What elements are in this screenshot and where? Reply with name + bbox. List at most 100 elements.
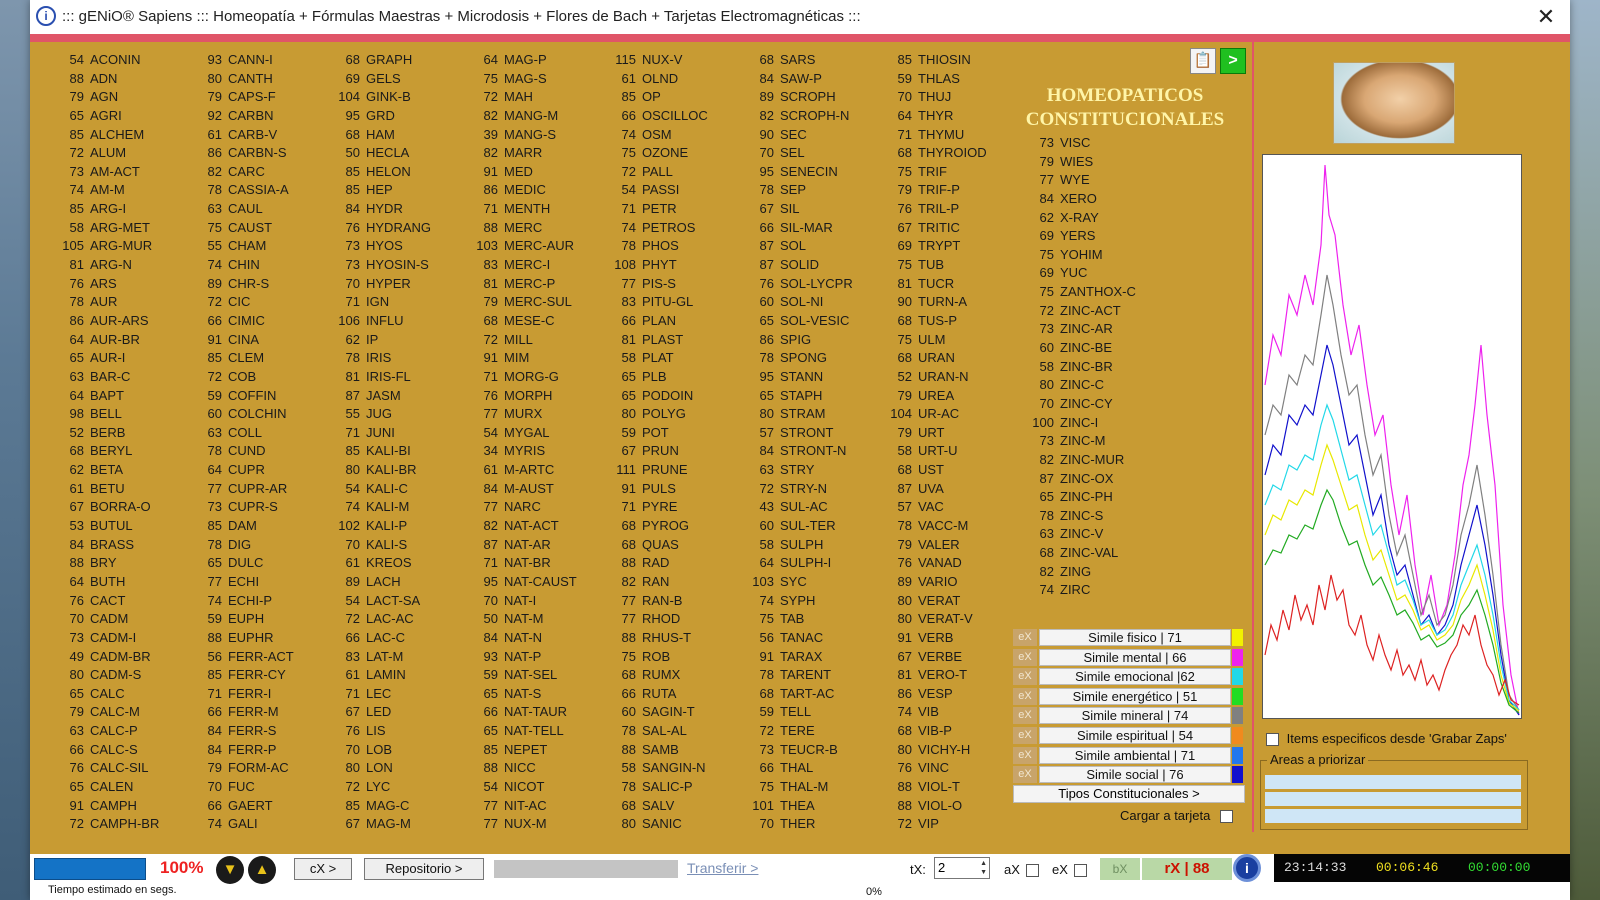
remedy-item[interactable]: 78 AUR: [50, 294, 190, 313]
remedy-item[interactable]: 111 PRUNE: [602, 462, 742, 481]
constitutional-item[interactable]: 80 ZINC-C: [1020, 377, 1200, 396]
remedy-item[interactable]: 63 STRY: [740, 462, 880, 481]
remedy-item[interactable]: 81 ARG-N: [50, 257, 190, 276]
remedy-item[interactable]: 58 SULPH: [740, 537, 880, 556]
remedy-item[interactable]: 88 EUPHR: [188, 630, 328, 649]
remedy-item[interactable]: 81 VERO-T: [878, 667, 1018, 686]
remedy-item[interactable]: 80 SANIC: [602, 816, 742, 835]
constitutional-item[interactable]: 82 ZING: [1020, 564, 1200, 583]
remedy-item[interactable]: 65 PLB: [602, 369, 742, 388]
remedy-item[interactable]: 86 MEDIC: [464, 182, 604, 201]
remedy-item[interactable]: 49 CADM-BR: [50, 649, 190, 668]
remedy-item[interactable]: 68 HAM: [326, 127, 466, 146]
ax-checkbox[interactable]: [1025, 864, 1039, 878]
remedy-item[interactable]: 83 MERC-I: [464, 257, 604, 276]
remedy-item[interactable]: 74 ECHI-P: [188, 593, 328, 612]
ex-option[interactable]: eX: [1052, 862, 1087, 878]
remedy-item[interactable]: 67 BORRA-O: [50, 499, 190, 518]
simile-ex-button[interactable]: eX: [1013, 648, 1037, 666]
remedy-item[interactable]: 80 POLYG: [602, 406, 742, 425]
remedy-item[interactable]: 65 PODOIN: [602, 388, 742, 407]
remedy-item[interactable]: 63 CAUL: [188, 201, 328, 220]
remedy-item[interactable]: 50 HECLA: [326, 145, 466, 164]
remedy-item[interactable]: 70 CADM: [50, 611, 190, 630]
remedy-item[interactable]: 59 POT: [602, 425, 742, 444]
remedy-item[interactable]: 81 PLAST: [602, 332, 742, 351]
remedy-item[interactable]: 55 JUG: [326, 406, 466, 425]
remedy-item[interactable]: 76 LIS: [326, 723, 466, 742]
remedy-item[interactable]: 85 ARG-I: [50, 201, 190, 220]
remedy-item[interactable]: 85 ALCHEM: [50, 127, 190, 146]
remedy-item[interactable]: 89 LACH: [326, 574, 466, 593]
remedy-item[interactable]: 54 NICOT: [464, 779, 604, 798]
constitutional-item[interactable]: 62 X-RAY: [1020, 210, 1200, 229]
remedy-item[interactable]: 80 VICHY-H: [878, 742, 1018, 761]
remedy-item[interactable]: 75 CAUST: [188, 220, 328, 239]
remedy-item[interactable]: 81 IRIS-FL: [326, 369, 466, 388]
remedy-item[interactable]: 52 URAN-N: [878, 369, 1018, 388]
remedy-item[interactable]: 63 CALC-P: [50, 723, 190, 742]
remedy-item[interactable]: 61 BETU: [50, 481, 190, 500]
remedy-item[interactable]: 73 HYOS: [326, 238, 466, 257]
remedy-item[interactable]: 65 NAT-S: [464, 686, 604, 705]
remedy-item[interactable]: 54 PASSI: [602, 182, 742, 201]
remedy-item[interactable]: 79 CALC-M: [50, 704, 190, 723]
remedy-item[interactable]: 77 PIS-S: [602, 276, 742, 295]
play-button[interactable]: >: [1220, 48, 1246, 74]
remedy-item[interactable]: 82 NAT-ACT: [464, 518, 604, 537]
remedy-item[interactable]: 65 CALC: [50, 686, 190, 705]
items-especificos-option[interactable]: Items especificos desde 'Grabar Zaps': [1266, 731, 1507, 747]
cargar-tarjeta-checkbox[interactable]: [1219, 810, 1233, 824]
tipos-constitucionales-button[interactable]: Tipos Constitucionales >: [1013, 785, 1245, 803]
remedy-item[interactable]: 67 MAG-M: [326, 816, 466, 835]
remedy-item[interactable]: 80 VERAT-V: [878, 611, 1018, 630]
remedy-item[interactable]: 72 COB: [188, 369, 328, 388]
remedy-item[interactable]: 67 VERBE: [878, 649, 1018, 668]
remedy-item[interactable]: 70 THUJ: [878, 89, 1018, 108]
remedy-item[interactable]: 59 EUPH: [188, 611, 328, 630]
remedy-item[interactable]: 78 SPONG: [740, 350, 880, 369]
remedy-item[interactable]: 80 CADM-S: [50, 667, 190, 686]
remedy-item[interactable]: 87 SOLID: [740, 257, 880, 276]
remedy-item[interactable]: 86 CARBN-S: [188, 145, 328, 164]
remedy-item[interactable]: 76 VINC: [878, 760, 1018, 779]
remedy-item[interactable]: 62 IP: [326, 332, 466, 351]
remedy-item[interactable]: 88 RHUS-T: [602, 630, 742, 649]
remedy-item[interactable]: 71 NAT-BR: [464, 555, 604, 574]
remedy-item[interactable]: 72 CAMPH-BR: [50, 816, 190, 835]
constitutional-item[interactable]: 73 ZINC-M: [1020, 433, 1200, 452]
simile-button[interactable]: Simile mental | 66: [1039, 648, 1231, 666]
remedy-item[interactable]: 87 UVA: [878, 481, 1018, 500]
cx-button[interactable]: cX >: [294, 858, 352, 880]
remedy-item[interactable]: 91 CAMPH: [50, 798, 190, 817]
remedy-item[interactable]: 85 HELON: [326, 164, 466, 183]
constitutional-item[interactable]: 100 ZINC-I: [1020, 415, 1200, 434]
remedy-item[interactable]: 76 CACT: [50, 593, 190, 612]
remedy-item[interactable]: 61 M-ARTC: [464, 462, 604, 481]
remedy-item[interactable]: 70 HYPER: [326, 276, 466, 295]
remedy-item[interactable]: 84 HYDR: [326, 201, 466, 220]
constitutional-item[interactable]: 73 VISC: [1020, 135, 1200, 154]
remedy-item[interactable]: 80 KALI-BR: [326, 462, 466, 481]
items-especificos-checkbox[interactable]: [1266, 733, 1279, 747]
remedy-item[interactable]: 64 CUPR: [188, 462, 328, 481]
remedy-item[interactable]: 71 IGN: [326, 294, 466, 313]
remedy-item[interactable]: 63 COLL: [188, 425, 328, 444]
remedy-item[interactable]: 78 PHOS: [602, 238, 742, 257]
remedy-item[interactable]: 68 TART-AC: [740, 686, 880, 705]
remedy-item[interactable]: 80 CANTH: [188, 71, 328, 90]
remedy-item[interactable]: 85 THIOSIN: [878, 52, 1018, 71]
remedy-item[interactable]: 78 SALIC-P: [602, 779, 742, 798]
remedy-item[interactable]: 92 CARBN: [188, 108, 328, 127]
remedy-item[interactable]: 64 BAPT: [50, 388, 190, 407]
simile-ex-button[interactable]: eX: [1013, 746, 1037, 764]
remedy-item[interactable]: 66 SIL-MAR: [740, 220, 880, 239]
simile-ex-button[interactable]: eX: [1013, 629, 1037, 646]
remedy-item[interactable]: 85 DAM: [188, 518, 328, 537]
remedy-item[interactable]: 54 LACT-SA: [326, 593, 466, 612]
remedy-item[interactable]: 106 INFLU: [326, 313, 466, 332]
remedy-item[interactable]: 104 UR-AC: [878, 406, 1018, 425]
remedy-item[interactable]: 78 TARENT: [740, 667, 880, 686]
remedy-item[interactable]: 58 URT-U: [878, 443, 1018, 462]
constitutional-item[interactable]: 78 ZINC-S: [1020, 508, 1200, 527]
